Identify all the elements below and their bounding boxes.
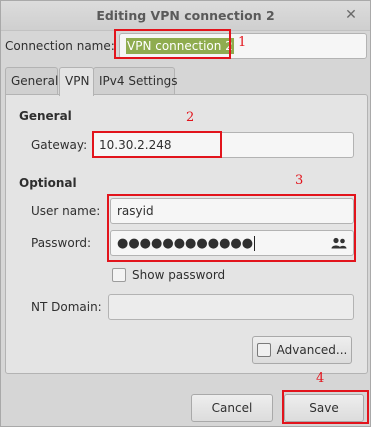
advanced-button-label: Advanced... xyxy=(276,343,348,357)
username-label: User name: xyxy=(31,204,101,218)
tab-ipv4-settings[interactable]: IPv4 Settings xyxy=(93,67,178,95)
advanced-settings-icon xyxy=(256,342,271,357)
advanced-button[interactable]: Advanced... xyxy=(252,336,352,364)
annotation-box-3 xyxy=(107,194,356,262)
annotation-number-1: 1 xyxy=(238,35,247,50)
annotation-number-2: 2 xyxy=(186,110,195,125)
optional-section-title: Optional xyxy=(19,176,77,190)
nt-domain-label: NT Domain: xyxy=(31,300,102,314)
annotation-number-4: 4 xyxy=(316,371,325,386)
tab-general[interactable]: General xyxy=(5,67,58,95)
nt-domain-input[interactable] xyxy=(108,294,354,320)
titlebar: Editing VPN connection 2 ✕ xyxy=(1,1,370,31)
tab-vpn[interactable]: VPN xyxy=(59,67,94,96)
show-password-label: Show password xyxy=(132,268,226,282)
general-section-title: General xyxy=(19,109,72,123)
annotation-number-3: 3 xyxy=(295,173,304,188)
show-password-checkbox[interactable] xyxy=(112,268,126,282)
window-title: Editing VPN connection 2 xyxy=(96,8,275,23)
annotation-box-1 xyxy=(114,29,231,59)
gateway-label: Gateway: xyxy=(31,138,88,152)
cancel-button[interactable]: Cancel xyxy=(191,394,273,422)
connection-name-label: Connection name: xyxy=(5,39,115,53)
close-icon[interactable]: ✕ xyxy=(342,6,360,24)
annotation-box-2 xyxy=(92,131,222,158)
vpn-editor-window: Editing VPN connection 2 ✕ Connection na… xyxy=(0,0,371,427)
annotation-box-4 xyxy=(282,390,369,424)
password-label: Password: xyxy=(31,236,92,250)
